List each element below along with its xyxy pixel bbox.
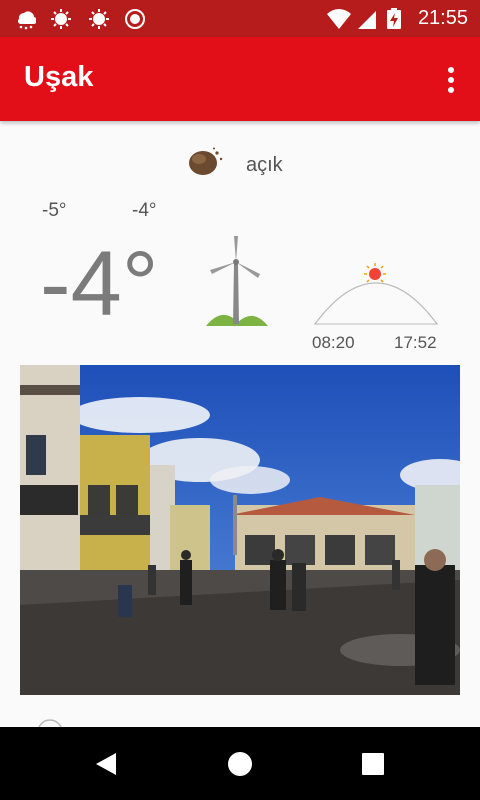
signal-icon <box>358 11 376 29</box>
home-icon[interactable] <box>225 749 255 779</box>
battery-charging-icon <box>387 8 401 29</box>
record-icon <box>125 9 145 29</box>
temp-low: -5° <box>42 200 67 221</box>
wifi-icon <box>327 9 351 29</box>
sunset-time: 17:52 <box>394 333 437 352</box>
sunrise-time: 08:20 <box>312 333 355 352</box>
city-street-photo <box>20 365 460 695</box>
status-bar: 21:55 <box>0 0 480 37</box>
back-icon[interactable] <box>92 749 122 779</box>
wind-turbine-icon <box>206 236 268 326</box>
clock: 21:55 <box>417 7 468 29</box>
navigation-bar <box>0 727 480 800</box>
weather-snow-icon <box>18 11 36 30</box>
sun-arc-icon <box>314 263 438 325</box>
sun-icon <box>89 9 109 29</box>
condition-label: açık <box>246 154 283 176</box>
temp-high: -4° <box>132 200 157 221</box>
current-temperature: -4° <box>40 233 159 335</box>
app-bar: Uşak <box>0 37 480 121</box>
more-vert-icon[interactable] <box>440 65 462 95</box>
recents-icon[interactable] <box>358 749 388 779</box>
moon-night-icon <box>189 147 223 175</box>
page-title: Uşak <box>24 61 94 93</box>
sun-icon <box>51 9 71 29</box>
